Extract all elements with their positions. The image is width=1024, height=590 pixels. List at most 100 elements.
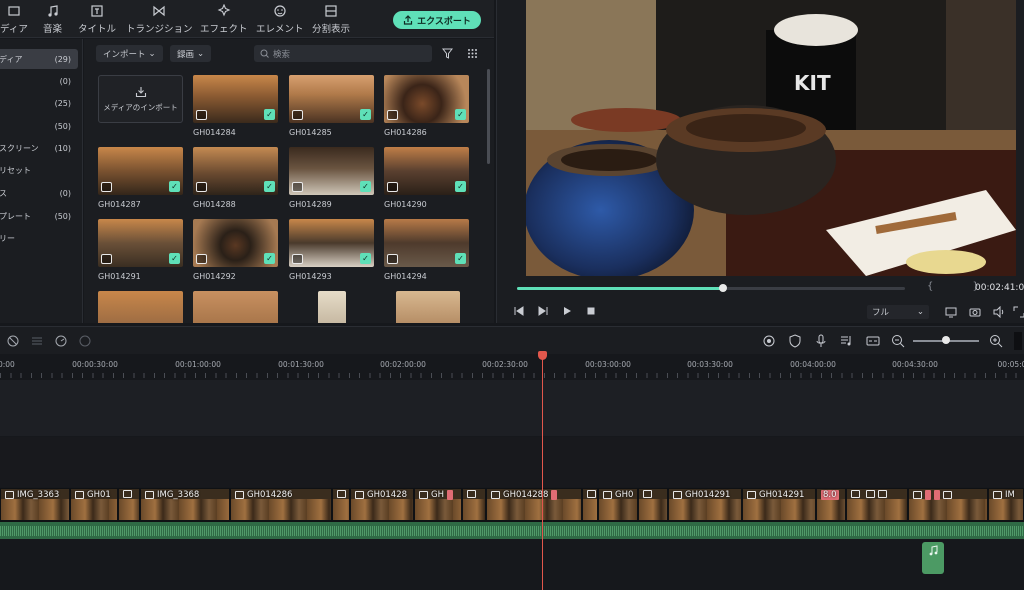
- media-thumb[interactable]: ✓ GH014292: [193, 219, 278, 281]
- media-thumb[interactable]: ✓ GH014288: [193, 147, 278, 209]
- fullscreen-icon[interactable]: [1013, 306, 1024, 318]
- timeline-clip[interactable]: GH014291: [742, 488, 816, 521]
- audio-track[interactable]: [0, 521, 1024, 539]
- marker-icon: [446, 490, 453, 500]
- timeline-clip[interactable]: [462, 488, 486, 521]
- search-input[interactable]: 検索: [254, 45, 432, 62]
- timeline-clip[interactable]: IM: [988, 488, 1024, 521]
- sidebar-item-media[interactable]: ディア (29): [0, 49, 78, 69]
- playhead-handle[interactable]: [538, 351, 547, 360]
- timeline-clip[interactable]: GH014291: [668, 488, 742, 521]
- display-icon[interactable]: [945, 306, 957, 318]
- import-dropdown[interactable]: インポート ⌄: [96, 45, 163, 62]
- thumbnail-image: ✓: [98, 147, 183, 195]
- sidebar-item-6[interactable]: ス (0): [0, 183, 78, 203]
- sidebar-item-template[interactable]: プレート (50): [0, 206, 78, 226]
- preview-viewer[interactable]: KIT: [526, 0, 1016, 276]
- media-scrollbar[interactable]: [487, 69, 490, 164]
- video-icon: [235, 491, 244, 499]
- timeline-clip[interactable]: [908, 488, 988, 521]
- video-track[interactable]: IMG_3363 GH01 IMG_3368 GH014286 GH01428 …: [0, 488, 1024, 521]
- ruler-label: 00:00:30:00: [72, 360, 118, 369]
- filter-icon[interactable]: [442, 48, 453, 59]
- thumbnail-image: [318, 291, 346, 323]
- timeline-clip[interactable]: [582, 488, 598, 521]
- sidebar-item-library[interactable]: リー: [0, 228, 78, 248]
- music-clip[interactable]: [922, 542, 944, 574]
- stop-icon[interactable]: [585, 305, 597, 317]
- toolbar-media[interactable]: ディア: [0, 4, 28, 35]
- timeline-ruler[interactable]: 00:00 00:00:30:00 00:01:00:00 00:01:30:0…: [0, 354, 1024, 380]
- empty-track-upper[interactable]: [0, 380, 1024, 436]
- volume-icon[interactable]: [993, 306, 1005, 318]
- media-thumb[interactable]: ✓ GH014286: [384, 75, 469, 137]
- zoom-out-icon[interactable]: [891, 334, 905, 348]
- adjust-icon[interactable]: [30, 334, 44, 348]
- zoom-slider-knob[interactable]: [942, 336, 950, 344]
- shield-icon[interactable]: [788, 334, 802, 348]
- toolbar-effect[interactable]: エフェクト: [200, 4, 248, 35]
- media-thumb[interactable]: [193, 291, 278, 323]
- progress-knob[interactable]: [718, 284, 727, 292]
- media-thumb[interactable]: ✓ GH014289: [289, 147, 374, 209]
- subtitle-icon[interactable]: [866, 334, 880, 348]
- delete-icon[interactable]: [6, 334, 20, 348]
- timeline-clip[interactable]: GH014288: [486, 488, 582, 521]
- timeline-clip[interactable]: [332, 488, 350, 521]
- media-thumb[interactable]: [98, 291, 183, 323]
- timeline-clip[interactable]: 8.0: [816, 488, 846, 521]
- sidebar-item-preset[interactable]: リセット: [0, 160, 78, 180]
- quality-dropdown[interactable]: フル ⌄: [867, 305, 929, 319]
- timeline-clip[interactable]: IMG_3363: [0, 488, 70, 521]
- sidebar-item-screen[interactable]: スクリーン (10): [0, 138, 78, 158]
- play-icon[interactable]: [561, 305, 573, 317]
- preview-progress-bar[interactable]: [517, 284, 905, 292]
- music-icon: [47, 5, 58, 17]
- media-thumb[interactable]: [318, 291, 346, 323]
- media-thumb[interactable]: ✓ GH014291: [98, 219, 183, 281]
- media-thumb[interactable]: [396, 291, 460, 323]
- media-thumb[interactable]: ✓ GH014290: [384, 147, 469, 209]
- video-icon: [196, 254, 207, 264]
- sidebar-item-1[interactable]: (0): [0, 71, 78, 91]
- timeline-clip[interactable]: GH014286: [230, 488, 332, 521]
- music-note-icon: [929, 545, 937, 556]
- export-button[interactable]: エクスポート: [393, 11, 481, 29]
- toolbar-title[interactable]: タイトル: [78, 4, 116, 35]
- record-dropdown[interactable]: 録画 ⌄: [170, 45, 212, 62]
- ruler-label: 00:01:00:00: [175, 360, 221, 369]
- next-frame-icon[interactable]: [537, 305, 549, 317]
- speed-icon[interactable]: [54, 334, 68, 348]
- timeline-clip[interactable]: IMG_3368: [140, 488, 230, 521]
- timeline-clip[interactable]: [638, 488, 668, 521]
- toolbar-transition[interactable]: トランジション: [126, 4, 193, 35]
- microphone-icon[interactable]: [814, 334, 828, 348]
- media-thumb[interactable]: ✓ GH014294: [384, 219, 469, 281]
- playhead-line[interactable]: [542, 352, 543, 590]
- sidebar-item-2[interactable]: (25): [0, 93, 78, 113]
- toolbar-music[interactable]: 音楽: [43, 4, 62, 35]
- timeline-clip[interactable]: GH01428: [350, 488, 414, 521]
- timeline-clip[interactable]: [118, 488, 140, 521]
- media-thumb[interactable]: ✓ GH014287: [98, 147, 183, 209]
- snapshot-icon[interactable]: [969, 306, 981, 318]
- timeline-clip[interactable]: [846, 488, 908, 521]
- sidebar-item-3[interactable]: (50): [0, 116, 78, 136]
- prev-frame-icon[interactable]: [513, 305, 525, 317]
- timeline-clip[interactable]: GH0: [598, 488, 638, 521]
- zoom-in-icon[interactable]: [989, 334, 1003, 348]
- music-list-icon[interactable]: [840, 334, 854, 348]
- ruler-label: 00:03:30:00: [687, 360, 733, 369]
- media-thumb[interactable]: ✓ GH014293: [289, 219, 374, 281]
- grid-view-icon[interactable]: [467, 48, 478, 59]
- media-thumb[interactable]: ✓ GH014285: [289, 75, 374, 137]
- timeline-clip[interactable]: GH01: [70, 488, 118, 521]
- timeline-clip[interactable]: GH: [414, 488, 462, 521]
- toolbar-split[interactable]: 分割表示: [312, 4, 350, 35]
- color-icon[interactable]: [78, 334, 92, 348]
- render-icon[interactable]: [762, 334, 776, 348]
- toolbar-element[interactable]: エレメント: [256, 4, 304, 35]
- empty-track-middle[interactable]: [0, 437, 1024, 487]
- media-thumb[interactable]: ✓ GH014284: [193, 75, 278, 137]
- video-icon: [603, 491, 612, 499]
